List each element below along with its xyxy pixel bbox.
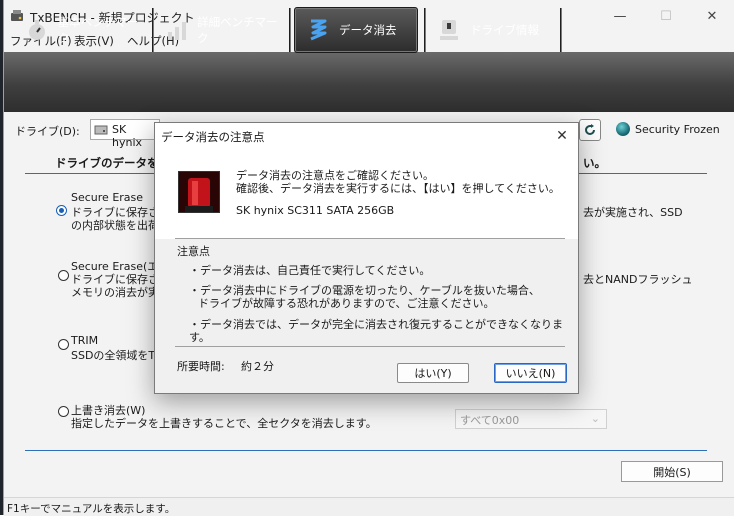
dialog-header-area: データ消去の注意点をご確認ください。 確認後、データ消去を実行するには、【はい】… bbox=[155, 149, 578, 239]
radio-secure-erase[interactable] bbox=[56, 205, 67, 216]
tab-basic-benchmark[interactable]: 基本ベンチマーク bbox=[24, 7, 149, 53]
minimize-button[interactable]: — bbox=[597, 0, 643, 32]
drive-label: ドライブ(D): bbox=[15, 125, 80, 138]
tab-label: 基本ベンチマーク bbox=[57, 15, 139, 45]
dialog-divider bbox=[175, 238, 565, 239]
option-desc: 去が実施され、SSD bbox=[583, 206, 683, 219]
dialog-title: データ消去の注意点 bbox=[161, 130, 265, 144]
option-title: Secure Erase bbox=[71, 191, 144, 204]
tab-label: データ消去 bbox=[339, 23, 397, 37]
tab-data-erase[interactable]: データ消去 bbox=[294, 7, 418, 53]
option-desc: の内部状態を出荷 bbox=[71, 219, 159, 232]
stopwatch-icon bbox=[24, 17, 50, 43]
required-time-value: 約２分 bbox=[241, 360, 274, 373]
chevron-down-icon: ⌄ bbox=[590, 412, 600, 425]
drive-select[interactable]: SK hynix bbox=[90, 119, 160, 149]
pattern-value: すべて0x00 bbox=[460, 414, 520, 427]
overwrite-pattern-select[interactable]: すべて0x00 ⌄ bbox=[455, 409, 607, 429]
toolbar-divider bbox=[560, 8, 562, 52]
toolbar-divider bbox=[424, 8, 426, 52]
warning-light-icon bbox=[178, 171, 220, 213]
erase-heading: ドライブのデータを完 bbox=[55, 156, 170, 170]
bar-chart-icon bbox=[164, 17, 189, 43]
note-item: ・データ消去は、自己責任で実行してください。 bbox=[189, 264, 431, 277]
dialog-drive-name: SK hynix SC311 SATA 256GB bbox=[236, 204, 395, 217]
tab-drive-info[interactable]: ドライブ情報 bbox=[436, 7, 558, 53]
close-button[interactable]: ✕ bbox=[689, 0, 734, 32]
dialog-intro-line2: 確認後、データ消去を実行するには、【はい】を押してください。 bbox=[236, 182, 560, 195]
tab-label: ドライブ情報 bbox=[470, 23, 539, 37]
option-desc: SSDの全領域をTR bbox=[71, 349, 163, 362]
yes-button[interactable]: はい(Y) bbox=[397, 363, 469, 383]
option-desc: 去とNANDフラッシュ bbox=[583, 273, 693, 286]
maximize-button[interactable]: ☐ bbox=[643, 0, 689, 32]
dialog-intro-line1: データ消去の注意点をご確認ください。 bbox=[236, 169, 434, 182]
note-item: ・データ消去中にドライブの電源を切ったり、ケーブルを抜いた場合、 bbox=[189, 284, 540, 297]
option-title: TRIM bbox=[71, 334, 99, 347]
radio-trim[interactable] bbox=[58, 339, 69, 350]
drive-select-value: SK hynix bbox=[112, 123, 143, 149]
note-item-continued: ドライブが故障する恐れがありますので、ご注意ください。 bbox=[198, 297, 495, 310]
tab-detailed-benchmark[interactable]: 詳細ベンチマーク bbox=[164, 7, 286, 53]
no-button[interactable]: いいえ(N) bbox=[494, 363, 567, 383]
drive-icon bbox=[94, 125, 108, 135]
start-button[interactable]: 開始(S) bbox=[621, 461, 723, 482]
toolbar-divider bbox=[289, 8, 291, 52]
tab-label: 詳細ベンチマーク bbox=[197, 15, 278, 45]
radio-secure-erase-enhanced[interactable] bbox=[58, 270, 69, 281]
erase-heading-tail: い。 bbox=[583, 156, 606, 170]
radio-overwrite[interactable] bbox=[58, 406, 69, 417]
status-text: F1キーでマニュアルを表示します。 bbox=[7, 503, 176, 515]
refresh-button[interactable] bbox=[579, 119, 601, 141]
drive-info-icon bbox=[436, 17, 462, 43]
divider bbox=[25, 450, 707, 451]
refresh-icon bbox=[585, 124, 595, 135]
main-toolbar bbox=[4, 52, 734, 112]
note-item: ・データ消去では、データが完全に消去され復元することができなくなります。 bbox=[189, 318, 563, 344]
security-status-text: Security Frozen bbox=[635, 123, 720, 136]
erase-warning-dialog: データ消去の注意点 ✕ データ消去の注意点をご確認ください。 確認後、データ消去… bbox=[154, 122, 579, 394]
security-status-icon bbox=[616, 122, 630, 136]
notes-heading: 注意点 bbox=[177, 245, 210, 258]
dialog-title-bar: データ消去の注意点 ✕ bbox=[155, 123, 578, 149]
dialog-divider bbox=[175, 346, 565, 347]
required-time-label: 所要時間: bbox=[177, 360, 225, 373]
toolbar-divider bbox=[152, 8, 154, 52]
option-desc: 指定したデータを上書きすることで、全セクタを消去します。 bbox=[71, 417, 377, 430]
erase-icon bbox=[305, 17, 331, 43]
app-drive-icon bbox=[11, 10, 23, 21]
dialog-close-button[interactable]: ✕ bbox=[552, 126, 572, 146]
